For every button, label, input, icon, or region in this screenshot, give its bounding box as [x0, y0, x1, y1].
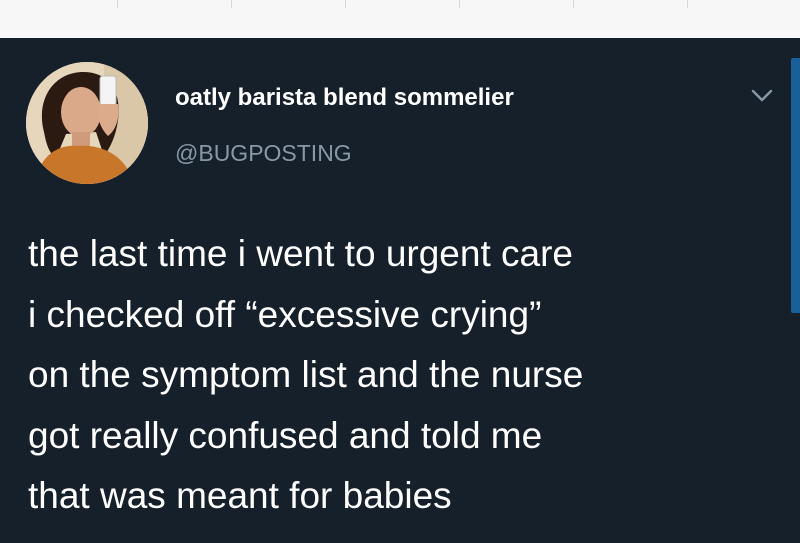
tweet-menu-button[interactable]	[748, 84, 776, 108]
author-display-name[interactable]: oatly barista blend sommelier	[175, 83, 514, 113]
strip-divider	[687, 0, 688, 8]
avatar[interactable]	[26, 62, 148, 184]
tweet-text-line: got really confused and told me	[28, 414, 543, 456]
strip-divider	[117, 0, 118, 8]
author-handle[interactable]: @BUGPOSTING	[175, 139, 352, 167]
tweet-text-line: the last time i went to urgent care	[28, 233, 573, 274]
tweet-text-line: that was meant for babies	[28, 475, 452, 516]
tweet-text: the last time i went to urgent care i ch…	[28, 224, 788, 527]
strip-divider	[231, 0, 232, 8]
tweet-card: oatly barista blend sommelier @BUGPOSTIN…	[0, 38, 800, 543]
chevron-down-icon	[751, 89, 773, 102]
scrollbar[interactable]	[791, 58, 800, 313]
profile-photo-icon	[26, 62, 148, 184]
browser-top-strip	[0, 0, 800, 39]
tweet-text-line: i checked off “excessive crying”	[28, 293, 542, 335]
strip-divider	[573, 0, 574, 8]
tweet-text-line: on the symptom list and the nurse	[28, 354, 584, 395]
strip-divider	[459, 0, 460, 8]
strip-divider	[345, 0, 346, 8]
